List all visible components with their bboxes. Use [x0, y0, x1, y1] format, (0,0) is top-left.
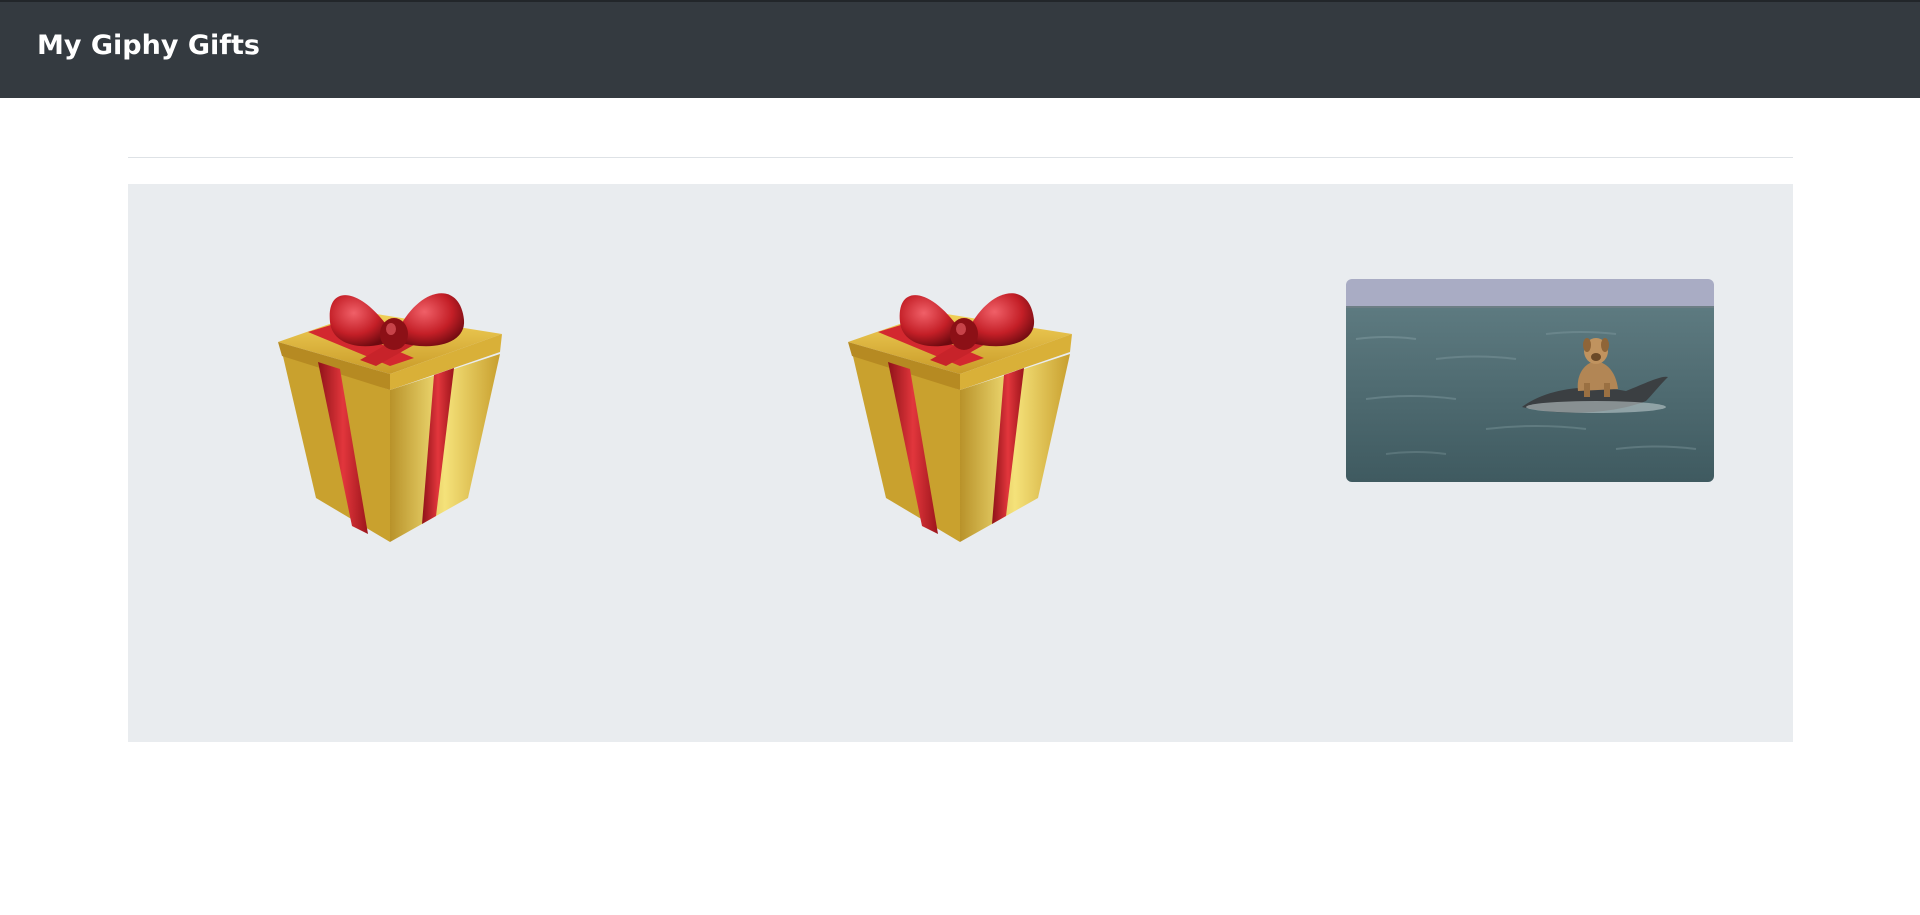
- gif-image-dog-on-dolphin[interactable]: [1346, 279, 1714, 482]
- navbar-brand[interactable]: My Giphy Gifts: [37, 28, 260, 64]
- navbar: My Giphy Gifts: [0, 0, 1920, 98]
- gift-icon: [848, 293, 1072, 542]
- gift-gallery: [128, 184, 1793, 742]
- gift-icon: [278, 293, 502, 542]
- dog-riding-dolphin-image: [1346, 279, 1714, 482]
- gift-item-2[interactable]: [834, 278, 1086, 544]
- gift-item-1[interactable]: [264, 278, 516, 544]
- divider: [128, 157, 1793, 158]
